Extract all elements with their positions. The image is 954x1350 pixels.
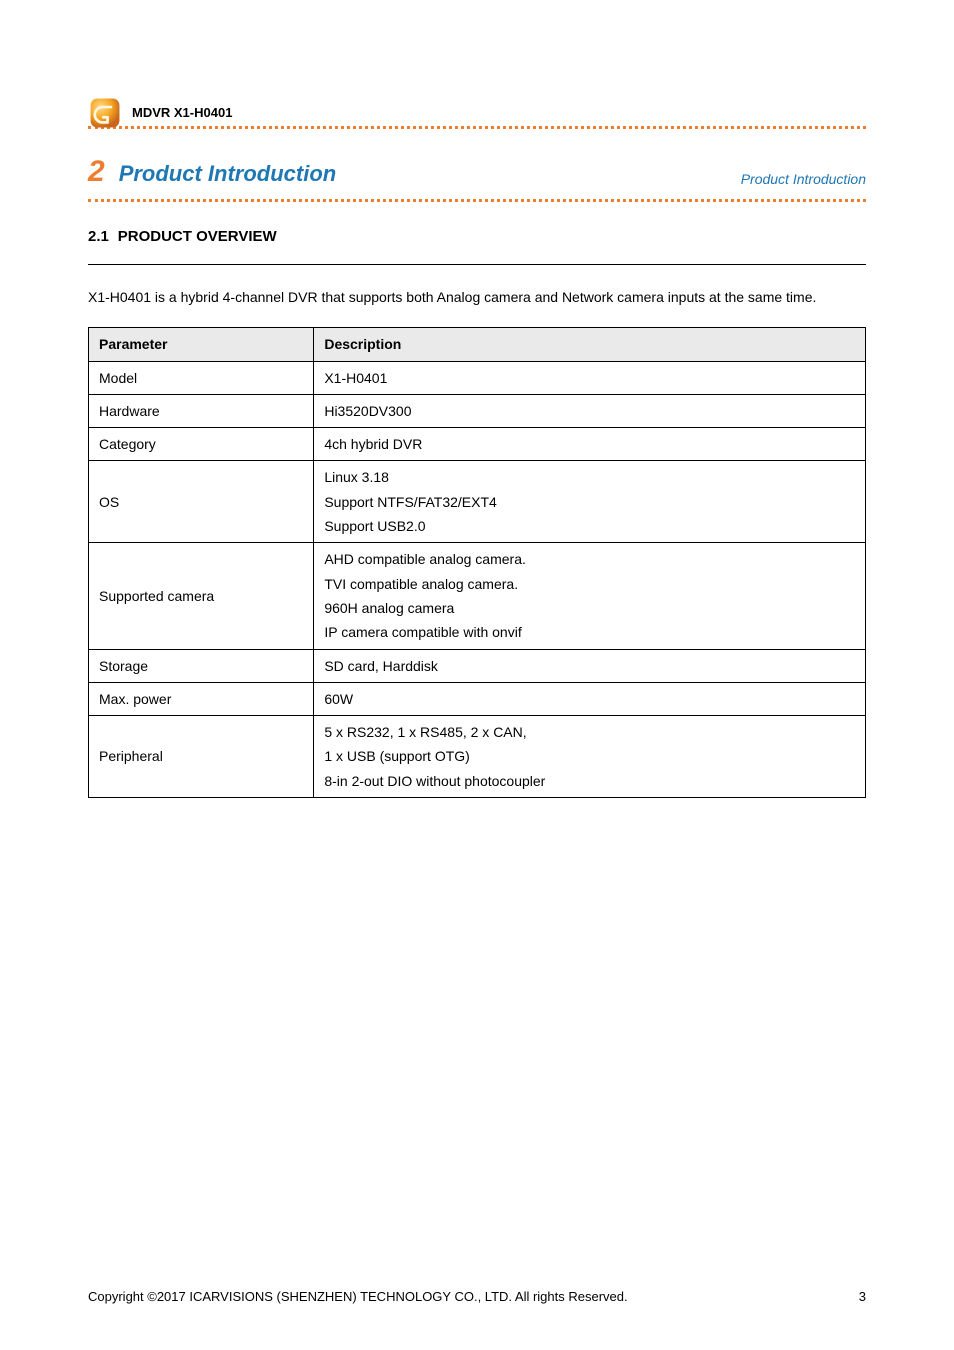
table-row: ModelX1-H0401 (89, 361, 866, 394)
table-header-param: Parameter (89, 328, 314, 361)
table-cell-param: Model (89, 361, 314, 394)
header-divider (88, 126, 866, 129)
table-cell-param: Max. power (89, 682, 314, 715)
table-row: OSLinux 3.18Support NTFS/FAT32/EXT4Suppo… (89, 461, 866, 543)
product-title: MDVR X1-H0401 (132, 105, 866, 124)
table-cell-param: Category (89, 428, 314, 461)
table-cell-desc: 60W (314, 682, 866, 715)
table-row: Supported cameraAHD compatible analog ca… (89, 543, 866, 649)
spec-table: Parameter Description ModelX1-H0401Hardw… (88, 327, 866, 798)
chapter-title: PRODUCT OVERVIEW (118, 228, 277, 245)
table-header-desc: Description (314, 328, 866, 361)
intro-paragraph: X1-H0401 is a hybrid 4-channel DVR that … (88, 287, 866, 307)
table-cell-desc: X1-H0401 (314, 361, 866, 394)
table-cell-param: Storage (89, 649, 314, 682)
table-cell-desc: Linux 3.18Support NTFS/FAT32/EXT4Support… (314, 461, 866, 543)
brand-logo-icon (88, 96, 122, 130)
table-cell-desc: Hi3520DV300 (314, 394, 866, 427)
table-cell-param: Hardware (89, 394, 314, 427)
table-row: HardwareHi3520DV300 (89, 394, 866, 427)
chapter-number: 2.1 (88, 228, 109, 245)
table-cell-desc: AHD compatible analog camera.TVI compati… (314, 543, 866, 649)
table-row: Peripheral5 x RS232, 1 x RS485, 2 x CAN,… (89, 716, 866, 798)
table-cell-desc: SD card, Harddisk (314, 649, 866, 682)
table-cell-desc: 4ch hybrid DVR (314, 428, 866, 461)
chapter-separator (88, 264, 866, 265)
footer-page-number: 3 (859, 1289, 866, 1304)
section-number: 2 (88, 157, 105, 187)
footer-copyright: Copyright ©2017 ICARVISIONS (SHENZHEN) T… (88, 1289, 628, 1304)
section-caption: Product Introduction (741, 171, 866, 193)
section-heading: Product Introduction (119, 161, 741, 193)
table-row: StorageSD card, Harddisk (89, 649, 866, 682)
table-row: Category4ch hybrid DVR (89, 428, 866, 461)
table-cell-desc: 5 x RS232, 1 x RS485, 2 x CAN,1 x USB (s… (314, 716, 866, 798)
section-divider (88, 199, 866, 202)
table-row: Max. power60W (89, 682, 866, 715)
table-cell-param: OS (89, 461, 314, 543)
table-cell-param: Supported camera (89, 543, 314, 649)
table-cell-param: Peripheral (89, 716, 314, 798)
